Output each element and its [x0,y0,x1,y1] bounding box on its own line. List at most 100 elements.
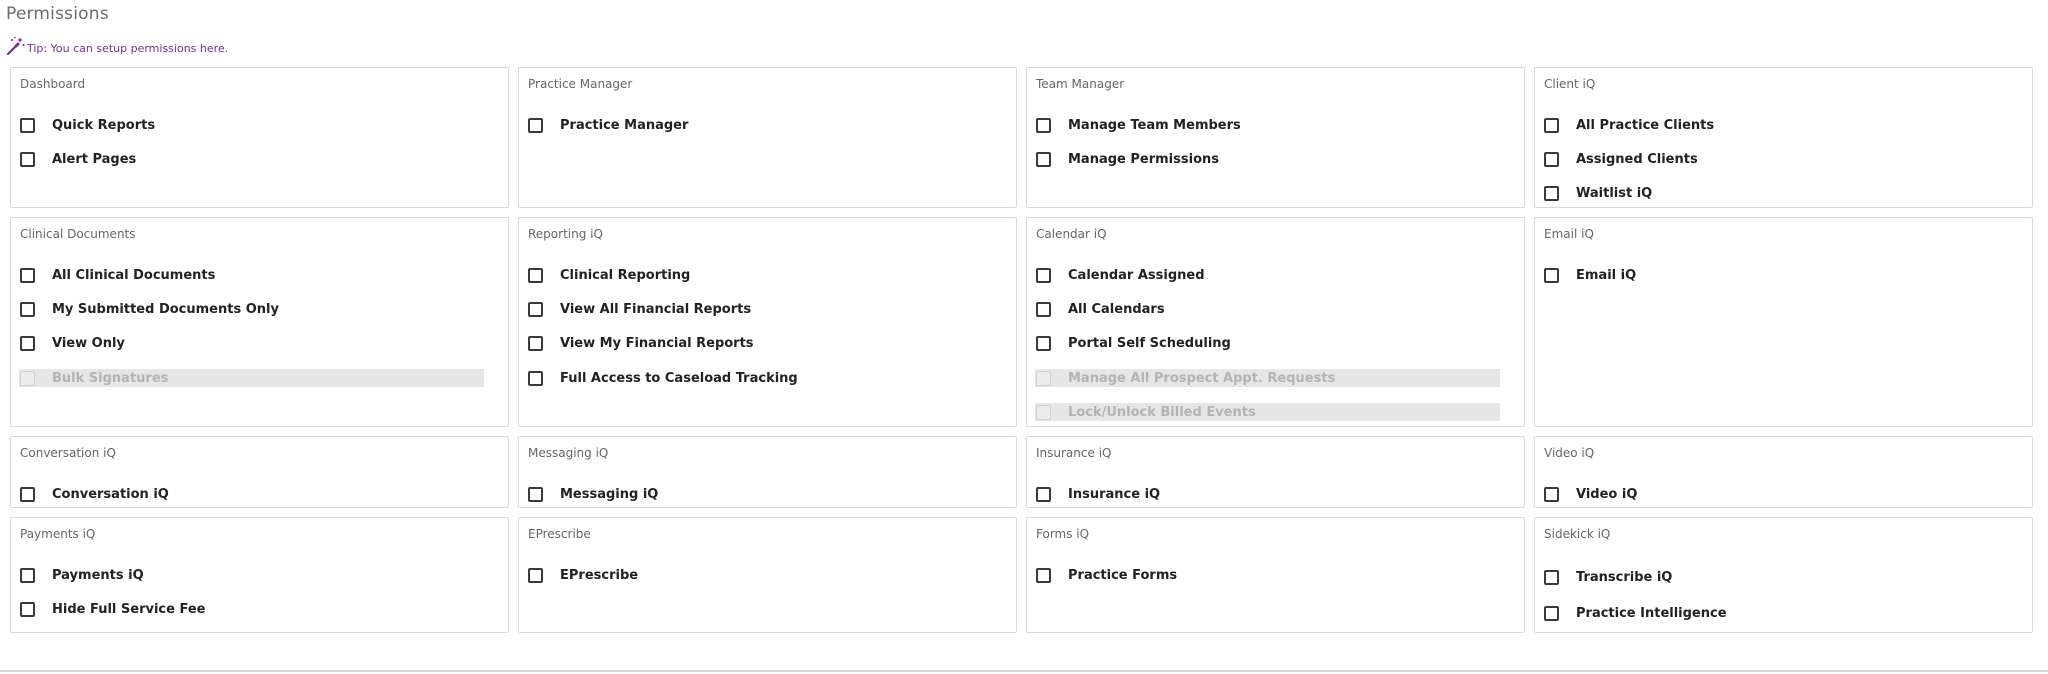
permission-item-clinical-reporting[interactable]: Clinical Reporting [528,258,1007,292]
checkbox-unchecked-icon[interactable] [528,336,543,352]
permission-list: Calendar Assigned All Calendars Portal Sel… [1035,258,1515,429]
permission-label: Insurance iQ [1068,486,1161,502]
permission-label: Video iQ [1576,486,1638,502]
checkbox-unchecked-icon[interactable] [1036,151,1051,167]
disabled-permission-row: Manage All Prospect Appt. Requests [1035,369,1500,388]
permission-label: Calendar Assigned [1068,267,1205,283]
checkbox-unchecked-icon [1036,370,1051,386]
checkbox-unchecked-icon[interactable] [1544,569,1559,585]
checkbox-unchecked-icon[interactable] [20,567,35,583]
checkbox-unchecked-icon [1036,404,1051,420]
checkbox-unchecked-icon[interactable] [1036,486,1051,502]
checkbox-unchecked-icon[interactable] [20,601,35,617]
permission-label: Practice Manager [560,117,689,133]
permission-item-transcribe-iq[interactable]: Transcribe iQ [1544,558,2023,597]
permission-card-dashboard: Dashboard Quick Reports Alert Pages [10,67,509,208]
permission-item-practice-manager[interactable]: Practice Manager [528,108,1007,142]
permission-item-portal-self-scheduling[interactable]: Portal Self Scheduling [1036,327,1515,361]
checkbox-unchecked-icon[interactable] [1036,267,1051,283]
permission-list: Email iQ [1544,258,2023,292]
permission-card-clinical-documents: Clinical Documents All Clinical Documents… [10,217,509,427]
checkbox-unchecked-icon[interactable] [1544,606,1559,622]
checkbox-unchecked-icon[interactable] [528,301,543,317]
permission-label: Full Access to Caseload Tracking [560,370,798,386]
permission-label: Messaging iQ [560,486,659,502]
permission-label: Manage Team Members [1068,117,1241,133]
permission-item-assigned-clients[interactable]: Assigned Clients [1544,142,2023,176]
permission-item-manage-permissions[interactable]: Manage Permissions [1036,142,1515,176]
permission-list: Manage Team Members Manage Permissions [1036,108,1515,177]
checkbox-unchecked-icon[interactable] [1544,117,1559,133]
checkbox-unchecked-icon[interactable] [1036,567,1051,583]
permission-item-all-calendars[interactable]: All Calendars [1036,292,1515,326]
tip-message: Tip: You can setup permissions here. [6,34,228,56]
permission-item-calendar-assigned[interactable]: Calendar Assigned [1036,258,1515,292]
permission-item-view-only[interactable]: View Only [20,327,499,361]
permission-label: All Calendars [1068,301,1165,317]
permission-item-insurance-iq[interactable]: Insurance iQ [1036,477,1515,511]
permission-item-practice-forms[interactable]: Practice Forms [1036,558,1515,592]
checkbox-unchecked-icon[interactable] [20,336,35,352]
permission-label: View Only [52,336,125,352]
permission-list: Clinical Reporting View All Financial Rep… [528,258,1007,395]
checkbox-unchecked-icon [20,370,35,386]
permission-item-video-iq[interactable]: Video iQ [1544,477,2023,511]
permission-card-insurance-iq: Insurance iQ Insurance iQ [1026,436,1525,508]
checkbox-unchecked-icon[interactable] [1036,117,1051,133]
permission-item-full-access-to-caseload-tracking[interactable]: Full Access to Caseload Tracking [528,361,1007,395]
checkbox-unchecked-icon[interactable] [528,486,543,502]
permission-label: Quick Reports [52,117,156,133]
checkbox-unchecked-icon[interactable] [20,151,35,167]
permission-item-payments-iq[interactable]: Payments iQ [20,558,499,592]
permission-list: Quick Reports Alert Pages [20,108,499,177]
checkbox-unchecked-icon[interactable] [528,567,543,583]
card-title: Clinical Documents [20,227,136,241]
permission-item-waitlist-iq[interactable]: Waitlist iQ [1544,177,2023,211]
checkbox-unchecked-icon[interactable] [528,117,543,133]
permission-label: Manage Permissions [1068,151,1219,167]
checkbox-unchecked-icon[interactable] [20,117,35,133]
permission-card-messaging-iq: Messaging iQ Messaging iQ [518,436,1017,508]
permission-item-eprescribe[interactable]: EPrescribe [528,558,1007,592]
checkbox-unchecked-icon[interactable] [1544,186,1559,202]
permission-item-my-submitted-documents-only[interactable]: My Submitted Documents Only [20,292,499,326]
checkbox-unchecked-icon[interactable] [1036,336,1051,352]
permission-label: Conversation iQ [52,486,169,502]
permission-label: EPrescribe [560,567,639,583]
permission-item-email-iq[interactable]: Email iQ [1544,258,2023,292]
permission-list: Practice Manager [528,108,1007,142]
checkbox-unchecked-icon[interactable] [20,301,35,317]
checkbox-unchecked-icon[interactable] [20,267,35,283]
card-title: EPrescribe [528,527,591,541]
permission-item-view-my-financial-reports[interactable]: View My Financial Reports [528,327,1007,361]
permission-card-payments-iq: Payments iQ Payments iQ Hide Full Service … [10,517,509,633]
permission-label: All Clinical Documents [52,267,216,283]
tip-text: Tip: You can setup permissions here. [27,42,229,55]
checkbox-unchecked-icon[interactable] [20,486,35,502]
permission-item-practice-intelligence[interactable]: Practice Intelligence [1544,597,2023,631]
permission-card-sidekick-iq: Sidekick iQ Transcribe iQ Practice Intelli… [1534,517,2033,633]
permission-item-conversation-iq[interactable]: Conversation iQ [20,477,499,511]
permission-item-all-clinical-documents[interactable]: All Clinical Documents [20,258,499,292]
checkbox-unchecked-icon[interactable] [1544,486,1559,502]
permission-item-all-practice-clients[interactable]: All Practice Clients [1544,108,2023,142]
permission-item-messaging-iq[interactable]: Messaging iQ [528,477,1007,511]
permission-card-video-iq: Video iQ Video iQ [1534,436,2033,508]
permission-label: Practice Forms [1068,567,1178,583]
permission-card-email-iq: Email iQ Email iQ [1534,217,2033,427]
permission-label: Hide Full Service Fee [52,601,206,617]
checkbox-unchecked-icon[interactable] [528,267,543,283]
permission-item-view-all-financial-reports[interactable]: View All Financial Reports [528,292,1007,326]
permission-list: Messaging iQ [528,477,1007,511]
permission-card-client-iq: Client iQ All Practice Clients Assigned Cl… [1534,67,2033,208]
permission-item-quick-reports[interactable]: Quick Reports [20,108,499,142]
permission-item-alert-pages[interactable]: Alert Pages [20,142,499,176]
permission-item-lock-unlock-billed-events: Lock/Unlock Billed Events [1035,395,1515,429]
checkbox-unchecked-icon[interactable] [1544,151,1559,167]
permission-item-manage-team-members[interactable]: Manage Team Members [1036,108,1515,142]
checkbox-unchecked-icon[interactable] [528,370,543,386]
checkbox-unchecked-icon[interactable] [1036,301,1051,317]
checkbox-unchecked-icon[interactable] [1544,267,1559,283]
permission-item-hide-full-service-fee[interactable]: Hide Full Service Fee [20,592,499,626]
permission-label: Alert Pages [52,151,137,167]
